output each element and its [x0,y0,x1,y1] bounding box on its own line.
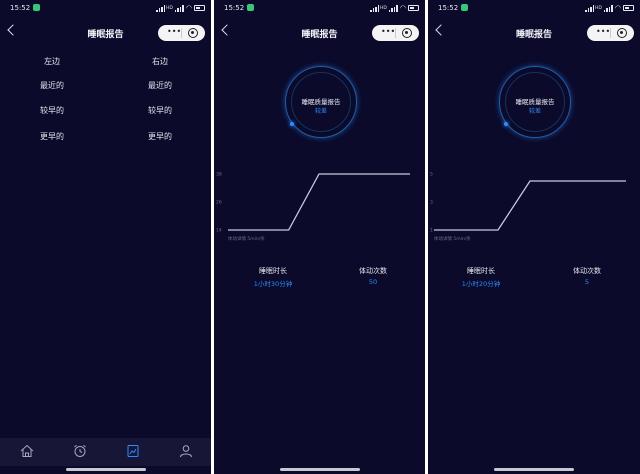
left-option-earliest[interactable]: 更早的 [22,131,82,142]
wifi-icon: ◠ [185,4,192,12]
signal-tag: HD [595,5,602,11]
signal-icon [603,4,613,12]
movement-count-value: 50 [368,278,378,286]
sleep-duration-value: 1小时30分钟 [253,280,293,288]
wifi-icon: ◠ [399,4,406,12]
chart-x-label: 体动详情 5min/条 [228,235,265,242]
home-indicator [494,468,574,471]
movement-count-label: 体动次数 [573,267,601,275]
battery-icon [408,5,419,11]
status-bar: 15:52 HD ◠ [428,0,640,18]
y-tick-label: 1 [430,228,433,234]
system-icons: HD ◠ [156,4,205,12]
more-dots-icon[interactable]: ••• [381,27,395,36]
y-tick-label: 26 [216,200,222,206]
movement-chart: 14 26 38 体动详情 5min/条 [216,172,410,242]
signal-icon [156,4,166,12]
more-dots-icon[interactable]: ••• [167,27,181,36]
close-target-icon[interactable] [617,28,627,38]
right-option-recent[interactable]: 最近的 [130,80,190,91]
left-option-recent[interactable]: 最近的 [22,80,82,91]
quality-label: 睡眠质量报告 [515,98,555,106]
notification-icon [33,4,40,11]
system-icons: HD ◠ [370,4,419,12]
nav-bar: 睡眠报告 ••• [428,22,640,44]
movement-count-label: 体动次数 [359,267,387,275]
wifi-icon: ◠ [614,4,621,12]
y-tick-label: 14 [216,228,222,234]
right-column-header: 右边 [152,57,168,66]
notification-icon [461,4,468,11]
sleep-duration-label: 睡眠时长 [259,267,287,275]
sleep-duration-label: 睡眠时长 [467,267,495,275]
signal-icon [370,4,380,12]
status-time: 15:52 [438,4,459,12]
battery-icon [623,5,634,11]
signal-icon [585,4,595,12]
report-icon[interactable] [126,444,140,458]
home-indicator [65,468,146,471]
status-time: 15:52 [10,4,31,12]
signal-icon [174,4,184,12]
status-bar: 15:52 HD ◠ [214,0,425,18]
sleep-duration-value: 1小时20分钟 [461,280,501,288]
status-time: 15:52 [224,4,245,12]
quality-value: 较差 [314,108,327,115]
capsule-divider [181,28,182,38]
nav-bar: 睡眠报告 ••• [214,22,425,44]
user-icon[interactable] [179,444,193,458]
signal-tag: HD [380,5,387,11]
mini-program-capsule[interactable]: ••• [587,25,634,41]
signal-tag: HD [166,5,173,11]
movement-series-line [434,180,626,231]
capsule-divider [395,28,396,38]
quality-ring-dot [290,122,294,126]
right-option-earlier[interactable]: 较早的 [130,105,190,116]
notification-icon [247,4,254,11]
phone-screen-report-b: 15:52 HD ◠ 睡眠报告 ••• 睡眠质量报告 较差 1 3 5 体动详情 5… [428,0,640,474]
movement-series-line [228,173,410,231]
quality-label: 睡眠质量报告 [301,98,341,106]
battery-icon [194,5,205,11]
status-bar: 15:52 HD ◠ [0,0,211,18]
home-indicator [279,468,360,471]
right-option-earliest[interactable]: 更早的 [130,131,190,142]
mini-program-capsule[interactable]: ••• [372,25,419,41]
y-tick-label: 3 [430,200,433,206]
y-tick-label: 5 [430,172,433,178]
nav-bar: 睡眠报告 ••• [0,22,211,44]
left-column-header: 左边 [44,57,60,66]
capsule-divider [610,28,611,38]
quality-value: 较差 [528,108,541,115]
movement-count-value: 5 [584,278,590,286]
phone-screen-report-a: 15:52 HD ◠ 睡眠报告 ••• 睡眠质量报告 较差 14 26 38 体动详… [214,0,425,474]
left-option-earlier[interactable]: 较早的 [22,105,82,116]
tab-bar [0,438,211,466]
system-icons: HD ◠ [585,4,634,12]
y-tick-label: 38 [216,172,222,178]
close-target-icon[interactable] [402,28,412,38]
alarm-clock-icon[interactable] [73,444,87,458]
more-dots-icon[interactable]: ••• [596,27,610,36]
phone-screen-compare: 15:52 HD ◠ 睡眠报告 ••• 左边 右边 最近的 最近的 较早的 较早… [0,0,211,474]
movement-chart: 1 3 5 体动详情 5min/条 [430,172,626,242]
signal-icon [388,4,398,12]
chart-x-label: 体动详情 5min/条 [434,235,471,242]
mini-program-capsule[interactable]: ••• [158,25,205,41]
close-target-icon[interactable] [188,28,198,38]
home-icon[interactable] [20,444,34,458]
quality-ring-dot [504,122,508,126]
